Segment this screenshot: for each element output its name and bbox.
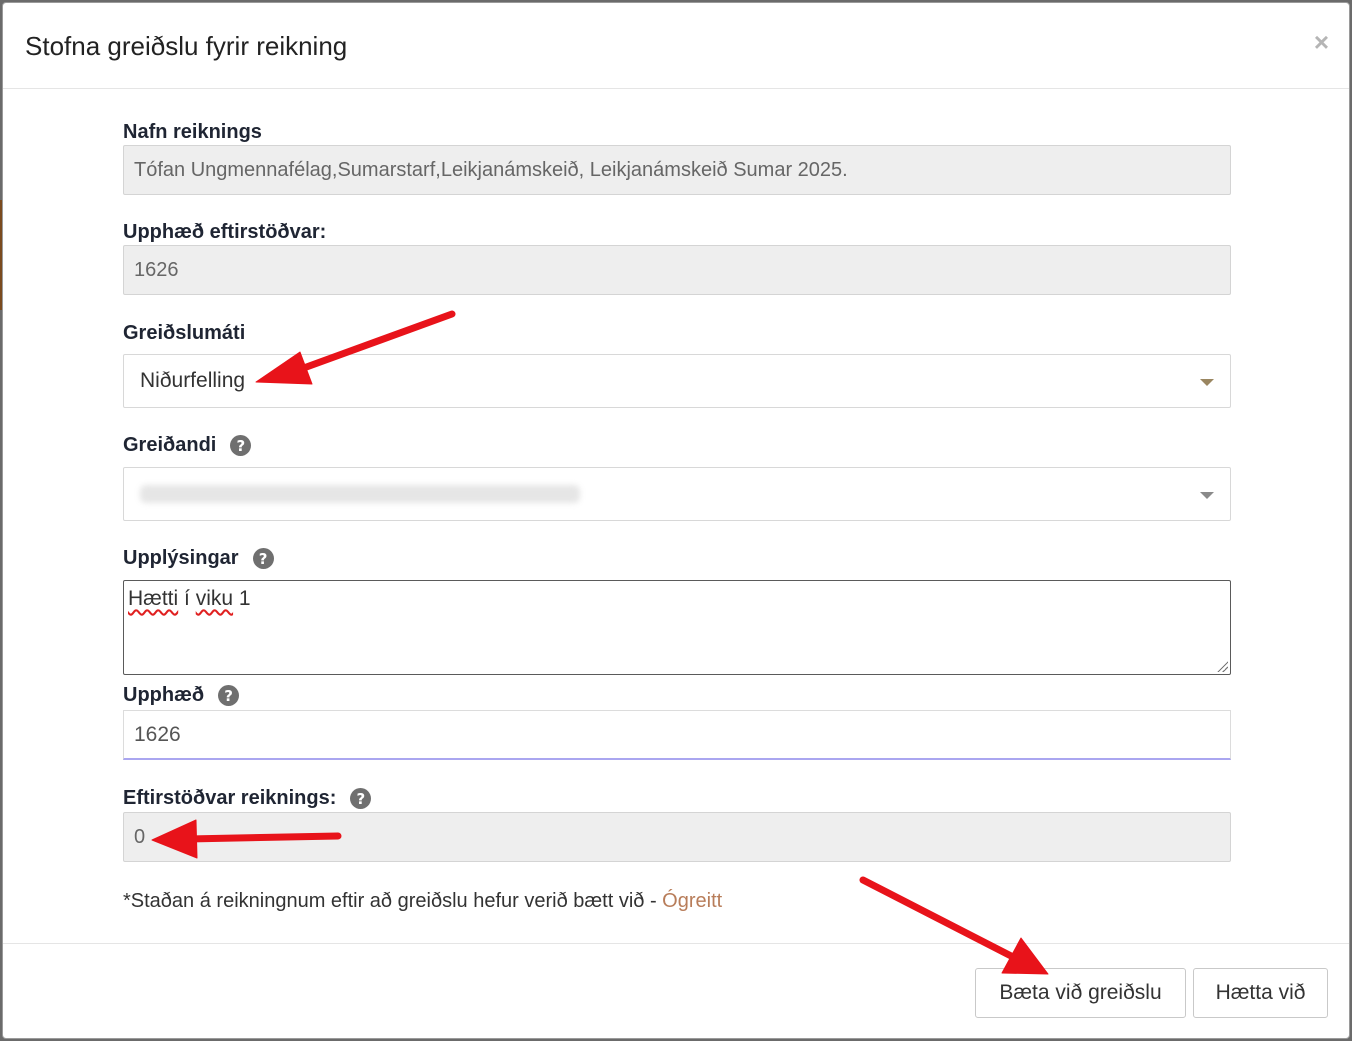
balance-note: *Staðan á reikningnum eftir að greiðslu … [123,890,722,913]
amount-label-text: Upphæð [123,684,205,706]
invoice-name-label: Nafn reiknings [123,121,262,144]
payment-method-label-text: Greiðslumáti [123,322,246,344]
question-circle-icon[interactable]: ? [252,548,274,569]
payment-method-selected: Niðurfelling [140,369,246,392]
payer-select[interactable] [123,467,1231,521]
cancel-button[interactable]: Hætta við [1193,968,1328,1018]
balance-note-text: *Staðan á reikningnum eftir að greiðslu … [123,890,663,912]
information-word: Hætti [128,587,179,610]
invoice-balance-label: Eftirstöðvar reiknings: ? [123,787,372,810]
remaining-amount-label: Upphæð eftirstöðvar: [123,221,326,244]
amount-label: Upphæð ? [123,684,240,707]
information-label: Upplýsingar ? [123,547,274,570]
invoice-balance-field: 0 [123,812,1231,862]
information-word: í [184,587,190,610]
remaining-amount-field: 1626 [123,245,1231,295]
information-textarea[interactable]: Hætti í viku 1 [123,580,1231,675]
add-payment-button[interactable]: Bæta við greiðslu [975,968,1186,1018]
question-circle-icon[interactable]: ? [230,435,252,456]
modal-footer: Bæta við greiðslu Hætta við [3,943,1349,1039]
caret-down-icon [1200,379,1214,386]
information-label-text: Upplýsingar [123,547,239,569]
question-circle-icon[interactable]: ? [218,685,240,706]
invoice-name-label-text: Nafn reiknings [123,121,262,143]
close-icon[interactable]: × [1314,29,1329,55]
payment-status-text: Ógreitt [662,890,723,912]
payer-label-text: Greiðandi [123,434,217,456]
amount-input[interactable]: 1626 [123,710,1231,760]
payer-label: Greiðandi ? [123,434,252,457]
payer-selected-redacted [140,485,580,503]
information-word: viku [195,587,234,610]
information-word: 1 [238,587,251,610]
create-payment-modal: Stofna greiðslu fyrir reikning × Nafn re… [2,2,1350,1039]
invoice-balance-label-text: Eftirstöðvar reiknings: [123,787,337,809]
resize-handle-icon[interactable] [1216,660,1228,672]
question-circle-icon[interactable]: ? [350,788,372,809]
caret-down-icon [1200,492,1214,499]
payment-method-select[interactable]: Niðurfelling [123,354,1231,408]
modal-header: Stofna greiðslu fyrir reikning × [3,3,1349,89]
payment-method-label: Greiðslumáti [123,322,245,345]
invoice-name-field: Tófan Ungmennafélag,Sumarstarf,Leikjanám… [123,145,1231,195]
modal-title: Stofna greiðslu fyrir reikning [25,31,348,61]
remaining-amount-label-text: Upphæð eftirstöðvar: [123,221,327,243]
